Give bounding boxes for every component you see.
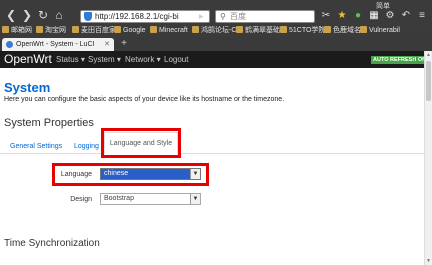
scroll-down-icon[interactable]: ▼ — [425, 257, 432, 265]
chevron-down-icon: ▼ — [190, 194, 200, 204]
menu-network[interactable]: Network ▾ — [125, 55, 161, 65]
new-tab-icon[interactable]: + — [118, 39, 130, 49]
bookmark-icon — [360, 26, 367, 33]
scroll-thumb[interactable] — [426, 61, 431, 101]
back-icon[interactable]: ❮ — [4, 8, 18, 22]
menu-system[interactable]: System ▾ — [88, 55, 121, 65]
bookmark-icon — [192, 26, 199, 33]
highlight-box-language — [52, 163, 209, 186]
design-label: Design — [70, 196, 92, 203]
bookmark-icon — [36, 26, 43, 33]
search-input[interactable]: ⚲ 百度 — [215, 10, 315, 23]
page-scrollbar[interactable]: ▲ ▼ — [424, 51, 432, 265]
bookmark-item[interactable]: 淘宝网 — [36, 26, 66, 36]
url-text: http://192.168.2.1/cgi-bi — [95, 12, 179, 21]
design-select[interactable]: Bootstrap ▼ — [100, 193, 201, 205]
brand-logo[interactable]: OpenWrt — [4, 53, 52, 66]
cut-icon[interactable]: ✂ — [320, 10, 332, 22]
section-title: System Properties — [4, 117, 94, 129]
search-placeholder: 百度 — [230, 12, 246, 21]
go-icon[interactable]: ▸ — [199, 10, 209, 23]
forward-icon[interactable]: ❯ — [20, 8, 34, 22]
menu-icon[interactable]: ≡ — [416, 10, 428, 22]
time-sync-title: Time Synchronization — [4, 238, 100, 249]
undo-icon[interactable]: ↶ — [400, 10, 412, 22]
chevron-down-icon: ▾ — [156, 55, 161, 64]
page-description: Here you can configure the basic aspects… — [4, 96, 285, 103]
bookmark-icon — [236, 26, 243, 33]
tab-logging[interactable]: Logging — [74, 142, 99, 152]
close-icon[interactable]: ✕ — [104, 39, 110, 50]
browser-tab[interactable]: OpenWrt - System - LuCI ✕ — [2, 38, 114, 51]
bookmark-item[interactable]: 邮箱网 — [2, 26, 32, 36]
bookmark-icon — [150, 26, 157, 33]
chevron-down-icon: ▾ — [80, 55, 85, 64]
shield-icon — [84, 12, 92, 21]
extension-icon[interactable]: ● — [352, 10, 364, 22]
bookmark-item[interactable]: 色鹿域名 — [324, 26, 361, 36]
bookmark-icon — [324, 26, 331, 33]
chevron-down-icon: ▾ — [116, 55, 121, 64]
bookmark-item[interactable]: 鸿鹄论坛-C — [192, 26, 236, 36]
tab-favicon-icon — [6, 41, 13, 48]
tab-general-settings[interactable]: General Settings — [10, 142, 62, 152]
highlight-box-tab — [101, 128, 181, 158]
bookmark-item[interactable]: Google — [114, 26, 146, 36]
bookmark-icon — [2, 26, 9, 33]
grid-icon[interactable]: ▦ — [368, 10, 380, 22]
menu-logout[interactable]: Logout — [164, 55, 188, 65]
bookmark-icon — [280, 26, 287, 33]
bookmark-item[interactable]: Minecraft — [150, 26, 188, 36]
menu-status[interactable]: Status ▾ — [56, 55, 85, 65]
reload-icon[interactable]: ↻ — [36, 8, 50, 22]
page-title: System — [4, 80, 51, 95]
bookmark-item[interactable]: 麦田百度家 — [72, 26, 116, 36]
browser-toolbar: ❮ ❯ ↻ ⌂ http://192.168.2.1/cgi-bi ▸ ⚲ 百度… — [0, 0, 432, 25]
scroll-up-icon[interactable]: ▲ — [425, 51, 432, 59]
auto-refresh-badge[interactable]: AUTO REFRESH ON — [371, 56, 429, 64]
bookmark-item[interactable]: 51CTO学院 — [280, 26, 325, 36]
address-bar[interactable]: http://192.168.2.1/cgi-bi — [80, 10, 210, 23]
settings-icon[interactable]: ⚙ — [384, 10, 396, 22]
design-select-value: Bootstrap — [104, 195, 134, 202]
bookmarks-bar: 邮箱网 淘宝网 麦田百度家 Google Minecraft 鸿鹄论坛-C 鹤满… — [0, 25, 432, 37]
bookmark-item[interactable]: Vulnerabil — [360, 26, 400, 36]
search-icon: ⚲ — [220, 12, 226, 21]
bookmark-icon — [114, 26, 121, 33]
bookmark-item[interactable]: 鹤满翠基础 — [236, 26, 280, 36]
bookmark-icon — [72, 26, 79, 33]
tab-title: OpenWrt - System - LuCI — [16, 41, 95, 48]
browser-tabbar: OpenWrt - System - LuCI ✕ + — [0, 37, 432, 51]
star-icon[interactable]: ★ — [336, 10, 348, 22]
openwrt-header: OpenWrt Status ▾ System ▾ Network ▾ Logo… — [0, 51, 432, 68]
tab-divider — [0, 153, 424, 154]
home-icon[interactable]: ⌂ — [52, 8, 66, 22]
